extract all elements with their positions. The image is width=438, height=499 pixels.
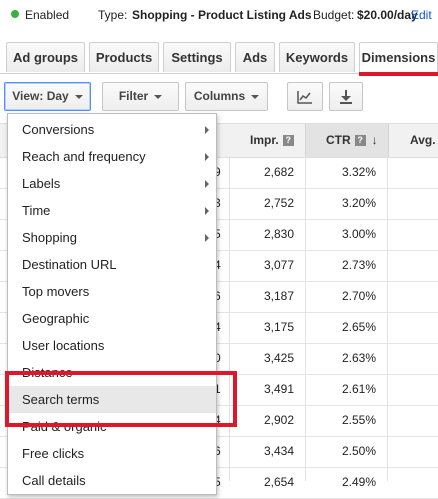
tab-ad-groups[interactable]: Ad groups	[6, 42, 85, 72]
ctr-cell: 2.55%	[341, 413, 376, 427]
tab-products[interactable]: Products	[89, 42, 159, 72]
menu-item-free-clicks[interactable]: Free clicks	[8, 440, 216, 467]
ctr-column-header[interactable]: CTR? ↓	[326, 133, 378, 147]
impr-cell: 3,425	[263, 351, 294, 365]
tab-settings[interactable]: Settings	[163, 42, 231, 72]
help-icon[interactable]: ?	[282, 135, 294, 146]
impr-cell: 3,175	[263, 320, 294, 334]
impr-cell: 2,830	[263, 227, 294, 241]
highlight-annotation-box	[5, 371, 237, 427]
view-dropdown-button[interactable]: View: Day	[4, 82, 91, 111]
ctr-cell: 2.73%	[341, 258, 376, 272]
menu-item-conversions[interactable]: Conversions	[8, 116, 216, 143]
tab-ads[interactable]: Ads	[235, 42, 275, 72]
tab-bar: Ad groups Products Settings Ads Keywords…	[0, 40, 438, 76]
ctr-cell: 3.20%	[341, 196, 376, 210]
avg-column-header[interactable]: Avg.	[410, 133, 436, 147]
chevron-right-icon	[205, 153, 209, 161]
menu-item-label: Labels	[22, 176, 61, 191]
help-icon[interactable]: ?	[354, 135, 366, 146]
ctr-cell: 3.32%	[341, 165, 376, 179]
impr-cell: 3,491	[263, 382, 294, 396]
download-icon	[340, 90, 352, 104]
menu-item-label: Free clicks	[22, 446, 85, 461]
menu-item-label: Geographic	[22, 311, 90, 326]
ctr-cell: 3.00%	[341, 227, 376, 241]
tab-dimensions-label: Dimensions	[361, 50, 436, 65]
filter-label: Filter	[118, 89, 149, 103]
menu-item-labels[interactable]: Labels	[8, 170, 216, 197]
menu-item-label: Destination URL	[22, 257, 117, 272]
active-tab-indicator	[359, 72, 438, 76]
ctr-cell: 2.65%	[341, 320, 376, 334]
view-dropdown-menu: Conversions Reach and frequency Labels Time…	[7, 113, 217, 495]
columns-label: Columns	[193, 89, 246, 103]
ctr-cell: 2.50%	[341, 444, 376, 458]
menu-item-label: Top movers	[22, 284, 90, 299]
ctr-cell: 2.61%	[341, 382, 376, 396]
column-divider	[387, 156, 388, 481]
budget-label: Budget:	[313, 8, 355, 22]
campaign-status-bar: Enabled Type: Shopping - Product Listing…	[0, 0, 438, 30]
budget-value: $20.00/day	[357, 8, 418, 22]
impr-cell: 2,682	[263, 165, 294, 179]
ctr-cell: 2.63%	[341, 351, 376, 365]
tab-dimensions[interactable]: Dimensions	[359, 42, 438, 76]
chevron-down-icon	[74, 94, 83, 99]
menu-item-destination-url[interactable]: Destination URL	[8, 251, 216, 278]
menu-item-geographic[interactable]: Geographic	[8, 305, 216, 332]
enabled-status-icon	[11, 10, 19, 18]
download-button[interactable]	[329, 82, 363, 111]
menu-item-time[interactable]: Time	[8, 197, 216, 224]
impr-cell: 2,654	[263, 475, 294, 489]
chevron-right-icon	[205, 180, 209, 188]
impr-column-header[interactable]: Impr.?	[250, 133, 294, 147]
status-label: Enabled	[25, 8, 70, 22]
menu-item-top-movers[interactable]: Top movers	[8, 278, 216, 305]
chevron-right-icon	[205, 126, 209, 134]
menu-item-label: Reach and frequency	[22, 149, 146, 164]
tab-keywords[interactable]: Keywords	[279, 42, 355, 72]
filter-button[interactable]: Filter	[102, 82, 179, 111]
menu-item-label: Time	[22, 203, 51, 218]
impr-cell: 2,902	[263, 413, 294, 427]
menu-item-label: User locations	[22, 338, 105, 353]
column-divider	[229, 156, 230, 481]
column-divider	[305, 156, 306, 481]
line-chart-icon	[297, 91, 312, 104]
chevron-down-icon	[251, 94, 260, 99]
edit-budget-link[interactable]: Edit	[411, 8, 432, 22]
menu-item-user-locations[interactable]: User locations	[8, 332, 216, 359]
view-label: View: Day	[12, 89, 69, 103]
ctr-cell: 2.49%	[341, 475, 376, 489]
chevron-right-icon	[205, 234, 209, 242]
menu-item-label: Conversions	[22, 122, 95, 137]
ctr-cell: 2.70%	[341, 289, 376, 303]
chevron-right-icon	[205, 207, 209, 215]
ctr-header-label: CTR	[326, 133, 351, 147]
type-label: Type:	[98, 8, 128, 22]
impr-cell: 3,077	[263, 258, 294, 272]
impr-cell: 3,434	[263, 444, 294, 458]
chart-toggle-button[interactable]	[287, 82, 323, 111]
menu-item-reach-and-frequency[interactable]: Reach and frequency	[8, 143, 216, 170]
impr-header-label: Impr.	[250, 133, 279, 147]
campaign-type: Shopping - Product Listing Ads	[132, 8, 312, 22]
columns-button[interactable]: Columns	[185, 82, 268, 111]
menu-item-shopping[interactable]: Shopping	[8, 224, 216, 251]
impr-cell: 2,752	[263, 196, 294, 210]
chevron-down-icon	[154, 94, 163, 99]
menu-item-label: Shopping	[22, 230, 77, 245]
impr-cell: 3,187	[263, 289, 294, 303]
sort-descending-icon: ↓	[371, 133, 378, 147]
